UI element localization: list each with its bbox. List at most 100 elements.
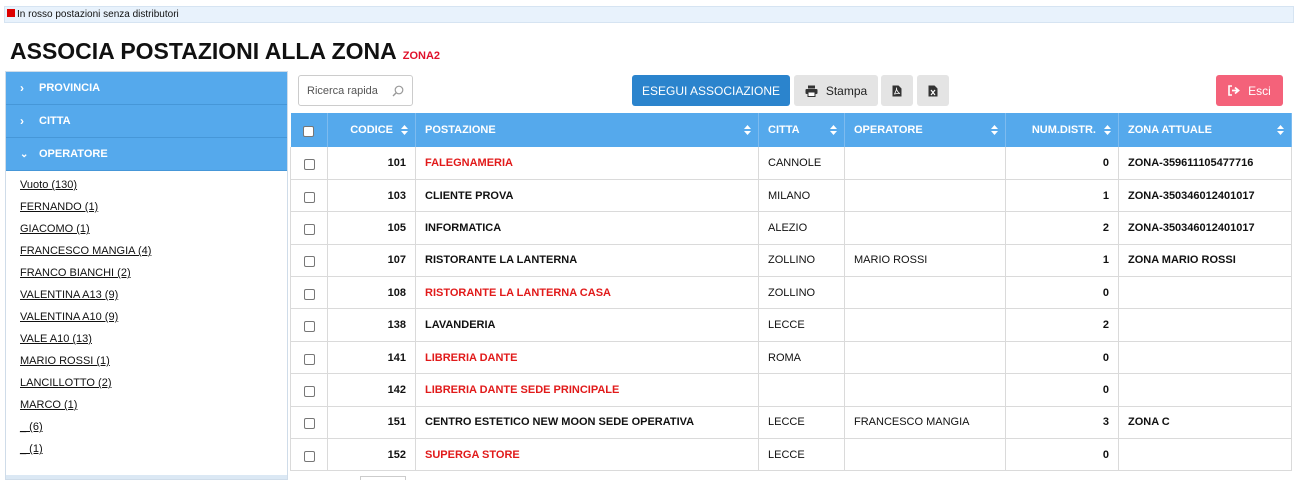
cell-num-distr: 3	[1005, 406, 1119, 440]
cell-operatore	[844, 438, 1006, 472]
operator-filter-link[interactable]: FRANCESCO MANGIA (4)	[20, 245, 151, 257]
cell-num-distr: 0	[1005, 147, 1119, 180]
table-row[interactable]: 141 LIBRERIA DANTE ROMA 0	[290, 341, 1292, 375]
table-row[interactable]: 107 RISTORANTE LA LANTERNA ZOLLINO MARIO RO…	[290, 244, 1292, 278]
cell-zona-attuale	[1118, 373, 1292, 407]
cell-codice: 142	[327, 373, 416, 407]
operator-filter-link[interactable]: _ (1)	[20, 443, 43, 455]
operator-filter-link[interactable]: LANCILLOTTO (2)	[20, 377, 112, 389]
operator-filter-link[interactable]: Vuoto (130)	[20, 179, 77, 191]
cell-num-distr: 0	[1005, 276, 1119, 310]
sort-icon	[744, 125, 751, 135]
row-checkbox[interactable]	[303, 450, 315, 462]
operator-filter-link[interactable]: GIACOMO (1)	[20, 223, 90, 235]
table-row[interactable]: 138 LAVANDERIA LECCE 2	[290, 308, 1292, 342]
cell-codice: 108	[327, 276, 416, 310]
col-header-label: OPERATORE	[854, 124, 923, 136]
operator-list-item: _ (6)	[20, 416, 287, 438]
filter-sidebar: › PROVINCIA › CITTA ⌄ OPERATORE Vuoto (1…	[5, 71, 288, 480]
row-checkbox[interactable]	[303, 191, 315, 203]
cell-citta: MILANO	[758, 179, 845, 213]
col-header-postazione[interactable]: POSTAZIONE	[415, 113, 759, 147]
operator-filter-link[interactable]: VALENTINA A13 (9)	[20, 289, 118, 301]
cell-num-distr: 0	[1005, 373, 1119, 407]
cell-num-distr: 0	[1005, 341, 1119, 375]
red-square-icon	[7, 9, 15, 17]
row-checkbox[interactable]	[303, 158, 315, 170]
operator-filter-link[interactable]: MARIO ROSSI (1)	[20, 355, 110, 367]
row-checkbox[interactable]	[303, 288, 315, 300]
row-checkbox[interactable]	[303, 223, 315, 235]
cell-citta: ZOLLINO	[758, 276, 845, 310]
cell-postazione: LAVANDERIA	[415, 308, 759, 342]
operator-filter-link[interactable]: FERNANDO (1)	[20, 201, 98, 213]
cell-zona-attuale: ZONA-350346012401017	[1118, 211, 1292, 245]
chevron-right-icon: ›	[20, 114, 24, 128]
sort-icon	[830, 125, 837, 135]
chevron-right-icon: ›	[20, 81, 24, 95]
cell-num-distr: 1	[1005, 244, 1119, 278]
stations-table: CODICE POSTAZIONE CITTA OPERATORE NUM.DI…	[290, 113, 1292, 472]
table-row[interactable]: 152 SUPERGA STORE LECCE 0	[290, 438, 1292, 472]
cell-operatore	[844, 341, 1006, 375]
cell-zona-attuale: ZONA MARIO ROSSI	[1118, 244, 1292, 278]
cell-codice: 151	[327, 406, 416, 440]
operator-filter-link[interactable]: VALE A10 (13)	[20, 333, 92, 345]
table-row[interactable]: 142 LIBRERIA DANTE SEDE PRINCIPALE 0	[290, 373, 1292, 407]
select-all-header	[290, 113, 328, 147]
row-checkbox-cell	[290, 308, 328, 342]
search-input[interactable]	[307, 84, 387, 97]
cell-num-distr: 2	[1005, 211, 1119, 245]
col-header-label: NUM.DISTR.	[1031, 124, 1096, 136]
col-header-operatore[interactable]: OPERATORE	[844, 113, 1006, 147]
exit-label: Esci	[1248, 83, 1271, 98]
sign-out-icon	[1228, 85, 1241, 96]
page-title-text: ASSOCIA POSTAZIONI ALLA ZONA	[10, 38, 397, 64]
pager-stub[interactable]	[360, 476, 406, 480]
operator-list: Vuoto (130) FERNANDO (1) GIACOMO (1) FRANCE…	[6, 171, 287, 460]
accordion-citta[interactable]: › CITTA	[6, 105, 287, 138]
operator-list-item: GIACOMO (1)	[20, 218, 287, 240]
cell-codice: 152	[327, 438, 416, 472]
exit-button[interactable]: Esci	[1216, 75, 1283, 106]
sidebar-footer	[6, 475, 287, 479]
row-checkbox[interactable]	[303, 418, 315, 430]
cell-postazione: RISTORANTE LA LANTERNA CASA	[415, 276, 759, 310]
table-row[interactable]: 105 INFORMATICA ALEZIO 2 ZONA-35034601240101…	[290, 211, 1292, 245]
row-checkbox[interactable]	[303, 353, 315, 365]
col-header-citta[interactable]: CITTA	[758, 113, 845, 147]
table-row[interactable]: 108 RISTORANTE LA LANTERNA CASA ZOLLINO 0	[290, 276, 1292, 310]
select-all-checkbox[interactable]	[303, 126, 315, 137]
operator-list-item: FERNANDO (1)	[20, 196, 287, 218]
operator-filter-link[interactable]: FRANCO BIANCHI (2)	[20, 267, 131, 279]
table-row[interactable]: 103 CLIENTE PROVA MILANO 1 ZONA-350346012401…	[290, 179, 1292, 213]
table-header-row: CODICE POSTAZIONE CITTA OPERATORE NUM.DI…	[290, 113, 1292, 147]
col-header-num-distr[interactable]: NUM.DISTR.	[1005, 113, 1119, 147]
accordion-operatore[interactable]: ⌄ OPERATORE	[6, 138, 287, 171]
operator-filter-link[interactable]: _ (6)	[20, 421, 43, 433]
cell-operatore	[844, 373, 1006, 407]
search-icon	[392, 85, 404, 96]
row-checkbox[interactable]	[303, 256, 315, 268]
cell-zona-attuale: ZONA C	[1118, 406, 1292, 440]
row-checkbox[interactable]	[303, 321, 315, 333]
run-association-button[interactable]: ESEGUI ASSOCIAZIONE	[632, 75, 790, 106]
operator-filter-link[interactable]: MARCO (1)	[20, 399, 77, 411]
row-checkbox-cell	[290, 276, 328, 310]
export-pdf-button[interactable]	[881, 75, 913, 106]
export-excel-button[interactable]	[917, 75, 949, 106]
table-row[interactable]: 151 CENTRO ESTETICO NEW MOON SEDE OPERATI…	[290, 406, 1292, 440]
col-header-zona-attuale[interactable]: ZONA ATTUALE	[1118, 113, 1292, 147]
col-header-codice[interactable]: CODICE	[327, 113, 416, 147]
row-checkbox[interactable]	[303, 385, 315, 397]
print-button[interactable]: Stampa	[794, 75, 878, 106]
table-row[interactable]: 101 FALEGNAMERIA CANNOLE 0 ZONA-359611105477…	[290, 147, 1292, 180]
cell-postazione: LIBRERIA DANTE	[415, 341, 759, 375]
accordion-provincia[interactable]: › PROVINCIA	[6, 72, 287, 105]
cell-zona-attuale	[1118, 308, 1292, 342]
sort-icon	[991, 125, 998, 135]
col-header-label: ZONA ATTUALE	[1128, 124, 1212, 136]
table-body: 101 FALEGNAMERIA CANNOLE 0 ZONA-359611105477…	[290, 147, 1292, 472]
operator-filter-link[interactable]: VALENTINA A10 (9)	[20, 311, 118, 323]
operator-list-item: FRANCO BIANCHI (2)	[20, 262, 287, 284]
